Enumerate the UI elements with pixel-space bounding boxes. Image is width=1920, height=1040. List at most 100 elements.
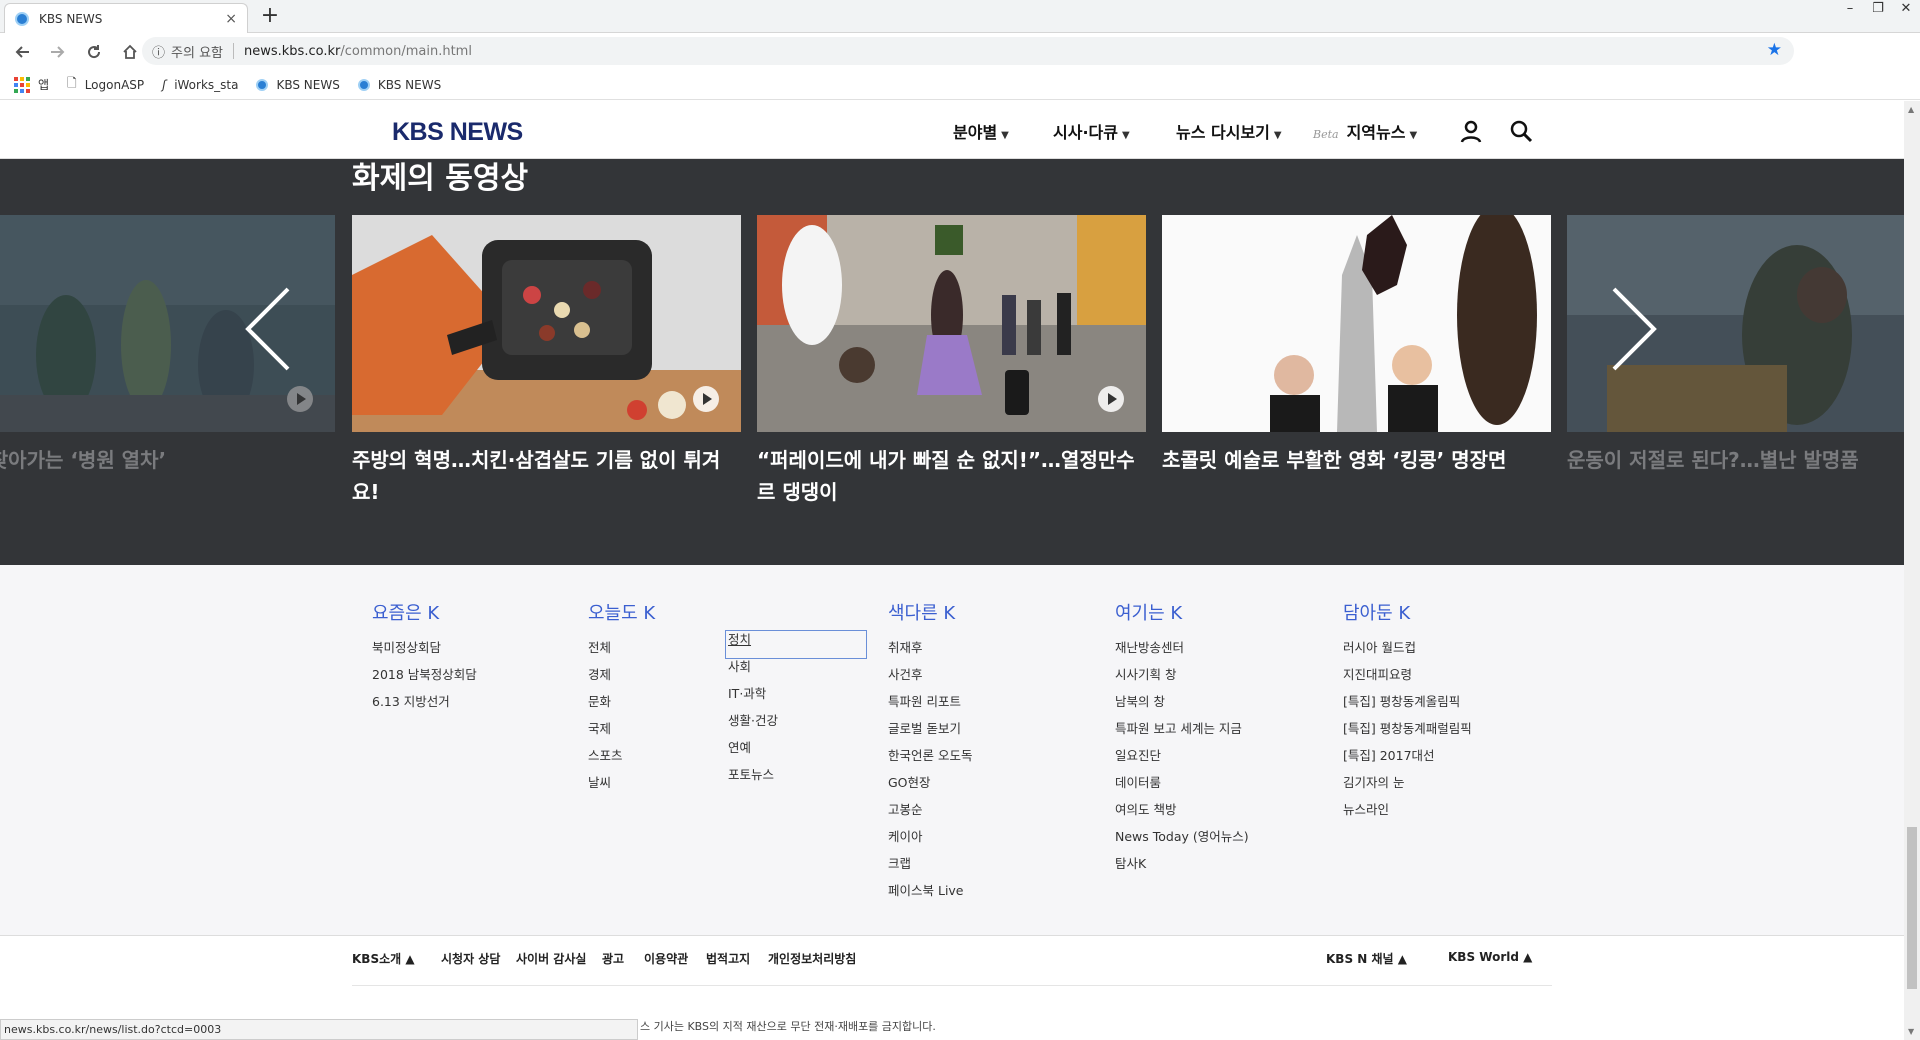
footer-link-cyber-audit[interactable]: 사이버 감사실 xyxy=(516,950,586,967)
sitemap-link[interactable]: 스포츠 xyxy=(588,747,655,774)
sitemap-link[interactable]: 데이터룸 xyxy=(1115,774,1249,801)
security-warning[interactable]: 주의 요함 xyxy=(171,42,223,61)
sitemap-link[interactable]: 경제 xyxy=(588,666,655,693)
sitemap-link[interactable]: 2018 남북정상회담 xyxy=(372,666,477,693)
sitemap-link[interactable]: 김기자의 눈 xyxy=(1343,774,1472,801)
sitemap-link[interactable]: 한국언론 오도독 xyxy=(888,747,972,774)
sitemap-link[interactable]: 취재후 xyxy=(888,639,972,666)
sitemap-link-focused[interactable]: 정치 xyxy=(725,630,867,659)
kbs-news-logo[interactable]: KBS NEWS xyxy=(392,118,523,147)
back-button[interactable] xyxy=(8,38,36,66)
sitemap-heading[interactable]: 담아둔 K xyxy=(1343,599,1472,625)
sitemap-heading[interactable]: 요즘은 K xyxy=(372,599,477,625)
home-button[interactable] xyxy=(116,38,144,66)
bookmark-logonasp[interactable]: 🗋 LogonASP xyxy=(67,74,144,95)
minimize-button[interactable]: – xyxy=(1836,0,1864,20)
bookmark-label: iWorks_sta xyxy=(174,77,239,92)
footer-link-viewer-consult[interactable]: 시청자 상담 xyxy=(441,950,500,967)
sitemap-link[interactable]: 러시아 월드컵 xyxy=(1343,639,1472,666)
sitemap-link[interactable]: 사회 xyxy=(728,658,866,685)
restore-button[interactable]: ❐ xyxy=(1864,0,1892,20)
sitemap-link[interactable]: [특집] 2017대선 xyxy=(1343,747,1472,774)
bookmark-kbs-news-2[interactable]: KBS NEWS xyxy=(357,78,441,92)
nav-local-news[interactable]: Beta 지역뉴스 ▼ xyxy=(1313,119,1417,143)
sitemap-link[interactable]: 케이아 xyxy=(888,828,972,855)
browser-tab[interactable]: KBS NEWS × xyxy=(4,3,248,34)
sitemap-link[interactable]: 탐사K xyxy=(1115,855,1249,882)
sitemap-link[interactable]: 포토뉴스 xyxy=(728,766,866,793)
caret-down-icon: ▼ xyxy=(1409,130,1418,141)
address-bar[interactable]: ⓘ 주의 요함 news.kbs.co.kr /common/main.html… xyxy=(142,37,1794,65)
sitemap-link[interactable]: GO현장 xyxy=(888,774,972,801)
sitemap-link[interactable]: 시사기획 창 xyxy=(1115,666,1249,693)
carousel-next-button[interactable] xyxy=(1604,284,1664,374)
sitemap-col-yeogineun: 여기는 K 재난방송센터 시사기획 창 남북의 창 특파원 보고 세계는 지금 … xyxy=(1115,599,1249,882)
reload-button[interactable] xyxy=(80,38,108,66)
sitemap-link[interactable]: 남북의 창 xyxy=(1115,693,1249,720)
footer-link-kbsn-channel[interactable]: KBS N 채널 ▲ xyxy=(1326,950,1407,967)
footer-link-kbs-world[interactable]: KBS World ▲ xyxy=(1448,950,1532,964)
forward-button[interactable] xyxy=(44,38,72,66)
sitemap-link[interactable]: 페이스북 Live xyxy=(888,882,972,909)
sitemap-link[interactable]: 지진대피요령 xyxy=(1343,666,1472,693)
bookmark-apps[interactable]: 앱 xyxy=(14,76,49,93)
sitemap-link[interactable]: 날씨 xyxy=(588,774,655,801)
sitemap-link[interactable]: 북미정상회담 xyxy=(372,639,477,666)
search-icon[interactable] xyxy=(1509,119,1533,143)
sitemap-link[interactable]: IT·과학 xyxy=(728,685,866,712)
sitemap-link[interactable]: 국제 xyxy=(588,720,655,747)
sitemap-link[interactable]: 생활·건강 xyxy=(728,712,866,739)
video-card[interactable]: 초콜릿 예술로 부활한 영화 ‘킹콩’ 명장면 xyxy=(1162,215,1551,476)
nav-current-affairs[interactable]: 시사·다큐 ▼ xyxy=(1053,119,1130,143)
sitemap-link[interactable]: 전체 xyxy=(588,639,655,666)
url-path: /common/main.html xyxy=(340,43,472,59)
video-caption: “퍼레이드에 내가 빠질 순 없지!”…열정만수르 댕댕이 xyxy=(757,448,1135,504)
sitemap-link[interactable]: 글로벌 돋보기 xyxy=(888,720,972,747)
sitemap-link[interactable]: 특파원 보고 세계는 지금 xyxy=(1115,720,1249,747)
caret-down-icon: ▼ xyxy=(1121,130,1130,141)
scroll-up-icon[interactable]: ▲ xyxy=(1908,105,1914,114)
kbs-favicon-icon xyxy=(15,12,29,26)
video-card[interactable]: 주방의 혁명…치킨·삼겹살도 기름 없이 튀겨요! xyxy=(352,215,741,508)
sitemap-link[interactable]: 여의도 책방 xyxy=(1115,801,1249,828)
video-card[interactable]: “퍼레이드에 내가 빠질 순 없지!”…열정만수르 댕댕이 xyxy=(757,215,1146,508)
sitemap-heading[interactable]: 색다른 K xyxy=(888,599,972,625)
sitemap-link[interactable]: 특파원 리포트 xyxy=(888,693,972,720)
video-thumbnail xyxy=(352,215,741,432)
footer-link-kbs-intro[interactable]: KBS소개 ▲ xyxy=(352,950,415,967)
footer-link-ads[interactable]: 광고 xyxy=(602,950,624,967)
sitemap-link[interactable]: 재난방송센터 xyxy=(1115,639,1249,666)
footer-link-legal[interactable]: 법적고지 xyxy=(706,950,750,967)
sitemap-heading[interactable]: 오늘도 K xyxy=(588,599,655,625)
sitemap-link[interactable]: [특집] 평창동계패럴림픽 xyxy=(1343,720,1472,747)
bookmark-star-icon[interactable]: ★ xyxy=(1767,40,1782,60)
bookmark-kbs-news[interactable]: KBS NEWS xyxy=(256,78,340,92)
tab-close-icon[interactable]: × xyxy=(225,11,237,27)
bookmarks-bar: 앱 🗋 LogonASP ʃ iWorks_sta KBS NEWS KBS N… xyxy=(0,70,1920,100)
footer-link-terms[interactable]: 이용약관 xyxy=(644,950,688,967)
sitemap-link[interactable]: 사건후 xyxy=(888,666,972,693)
sitemap-link[interactable]: 크랩 xyxy=(888,855,972,882)
sitemap-link[interactable]: 6.13 지방선거 xyxy=(372,693,477,720)
nav-by-field[interactable]: 분야별 ▼ xyxy=(953,119,1009,143)
sitemap-link[interactable]: 뉴스라인 xyxy=(1343,801,1472,828)
reload-icon xyxy=(88,44,101,58)
sitemap-link[interactable]: News Today (영어뉴스) xyxy=(1115,828,1249,855)
sitemap-link[interactable]: 연예 xyxy=(728,739,866,766)
bookmark-iworks[interactable]: ʃ iWorks_sta xyxy=(162,78,238,92)
sitemap-link[interactable]: 일요진단 xyxy=(1115,747,1249,774)
user-icon[interactable] xyxy=(1459,119,1483,143)
info-icon[interactable]: ⓘ xyxy=(152,42,165,61)
new-tab-button[interactable]: + xyxy=(258,4,282,28)
page-scrollbar[interactable]: ▲ ▼ xyxy=(1904,101,1920,1040)
sitemap-link[interactable]: [특집] 평창동계올림픽 xyxy=(1343,693,1472,720)
footer-link-privacy[interactable]: 개인정보처리방침 xyxy=(768,950,856,967)
close-window-button[interactable]: ✕ xyxy=(1892,0,1920,20)
sitemap-heading[interactable]: 여기는 K xyxy=(1115,599,1249,625)
scrollbar-thumb[interactable] xyxy=(1907,827,1917,989)
scroll-down-icon[interactable]: ▼ xyxy=(1908,1027,1914,1036)
sitemap-link[interactable]: 문화 xyxy=(588,693,655,720)
carousel-prev-button[interactable] xyxy=(238,284,298,374)
nav-news-replay[interactable]: 뉴스 다시보기 ▼ xyxy=(1176,119,1282,143)
sitemap-link[interactable]: 고봉순 xyxy=(888,801,972,828)
